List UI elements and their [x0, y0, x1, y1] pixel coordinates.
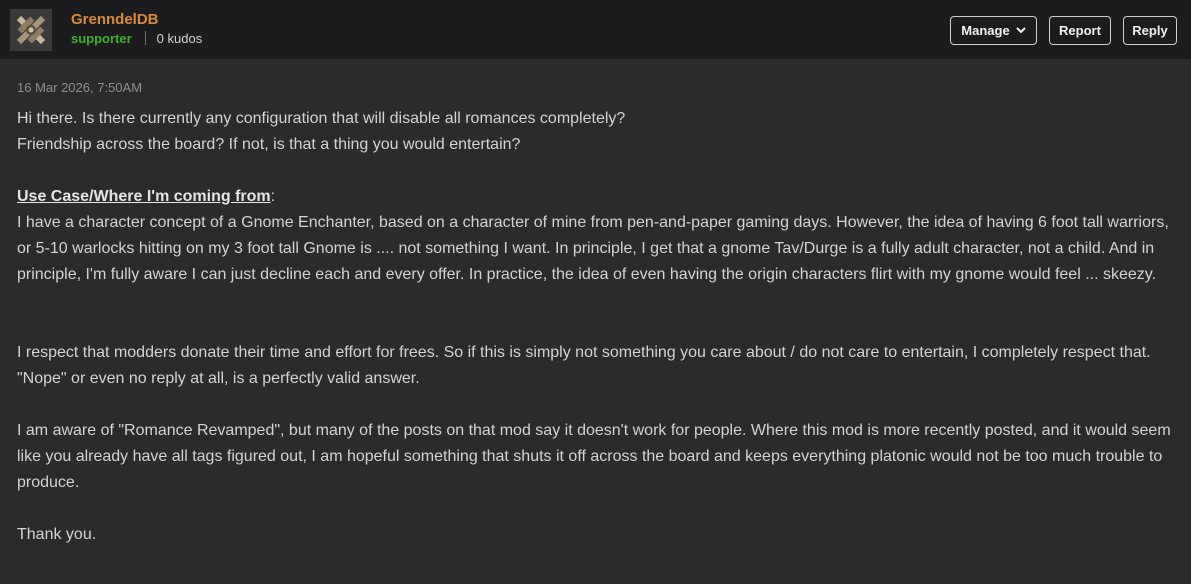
- manage-button[interactable]: Manage: [950, 16, 1037, 45]
- post-header: GrenndelDB supporter 0 kudos Manage Repo…: [0, 0, 1191, 59]
- author-username[interactable]: GrenndelDB: [71, 11, 159, 28]
- author-role-badge: supporter: [71, 30, 132, 46]
- chevron-down-icon: [1015, 27, 1026, 34]
- section-heading: Use Case/Where I'm coming from: [17, 188, 271, 205]
- reply-button[interactable]: Reply: [1123, 16, 1177, 45]
- kudos-count: 0 kudos: [156, 30, 203, 46]
- section-heading-row: Use Case/Where I'm coming from:: [17, 184, 1177, 210]
- post-paragraph: I respect that modders donate their time…: [17, 344, 1151, 387]
- heading-colon: :: [270, 188, 276, 205]
- author-meta: supporter 0 kudos: [71, 30, 202, 46]
- crossed-axes-icon: [10, 9, 52, 51]
- post-paragraph: I am aware of "Romance Revamped", but ma…: [17, 422, 1171, 491]
- manage-button-label: Manage: [961, 23, 1010, 38]
- post-line: Friendship across the board? If not, is …: [17, 136, 521, 153]
- post-paragraph: I have a character concept of a Gnome En…: [17, 214, 1169, 283]
- post-closing: Thank you.: [17, 526, 97, 543]
- report-button[interactable]: Report: [1049, 16, 1111, 45]
- post-timestamp: 16 Mar 2026, 7:50AM: [17, 80, 143, 95]
- post-body: Hi there. Is there currently any configu…: [17, 106, 1177, 548]
- avatar[interactable]: [10, 9, 52, 51]
- post-line: Hi there. Is there currently any configu…: [17, 110, 626, 127]
- meta-divider: [144, 31, 146, 45]
